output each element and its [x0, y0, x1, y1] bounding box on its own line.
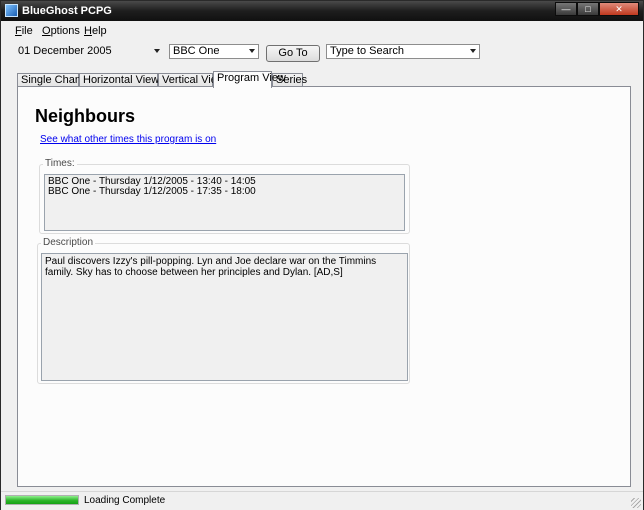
- go-to-button[interactable]: Go To: [266, 45, 320, 62]
- tab-single-channel[interactable]: Single Channel: [17, 73, 96, 87]
- loading-progress-bar: [5, 495, 79, 505]
- chevron-down-icon[interactable]: [249, 49, 255, 53]
- tab-vertical-view[interactable]: Vertical View: [158, 73, 225, 87]
- menu-file-mnemonic: F: [15, 25, 22, 37]
- program-title: Neighbours: [35, 106, 136, 126]
- status-text: Loading Complete: [84, 495, 166, 506]
- description-group: Description Paul discovers Izzy's pill-p…: [37, 237, 410, 384]
- menu-help[interactable]: Help: [84, 25, 107, 37]
- tab-program-view[interactable]: Program View: [213, 71, 286, 88]
- search-combo[interactable]: Type to Search: [326, 44, 480, 59]
- menu-options-label: ptions: [50, 25, 80, 37]
- resize-grip-icon[interactable]: [631, 498, 641, 508]
- menu-bar: File Options Help: [1, 21, 643, 41]
- date-picker[interactable]: 01 December 2005: [15, 45, 163, 60]
- app-icon: [5, 4, 18, 17]
- window-controls: — □ ✕: [555, 2, 639, 16]
- app-window: BlueGhost PCPG — □ ✕ File Options Help 0…: [0, 0, 644, 510]
- maximize-icon[interactable]: □: [577, 2, 599, 16]
- list-item[interactable]: BBC One - Thursday 1/12/2005 - 17:35 - 1…: [48, 187, 401, 197]
- times-list[interactable]: BBC One - Thursday 1/12/2005 - 13:40 - 1…: [44, 174, 405, 231]
- channel-value: BBC One: [173, 45, 220, 57]
- search-placeholder: Type to Search: [330, 45, 404, 57]
- menu-help-mnemonic: H: [84, 25, 92, 37]
- other-times-link[interactable]: See what other times this program is on: [40, 134, 216, 145]
- times-label: Times:: [43, 158, 77, 169]
- menu-file-label: ile: [21, 25, 33, 37]
- menu-help-label: elp: [91, 25, 107, 37]
- title-bar[interactable]: BlueGhost PCPG — □ ✕: [1, 1, 643, 21]
- menu-file[interactable]: File: [15, 25, 33, 37]
- status-bar: Loading Complete: [1, 491, 643, 510]
- times-group: Times: BBC One - Thursday 1/12/2005 - 13…: [39, 158, 410, 234]
- close-icon[interactable]: ✕: [599, 2, 639, 16]
- minimize-icon[interactable]: —: [555, 2, 577, 16]
- channel-select[interactable]: BBC One: [169, 44, 259, 59]
- date-value: 01 December 2005: [18, 45, 112, 57]
- menu-options[interactable]: Options: [42, 25, 80, 37]
- description-text[interactable]: Paul discovers Izzy's pill-popping. Lyn …: [41, 253, 408, 381]
- window-title: BlueGhost PCPG: [22, 5, 112, 17]
- progress-fill: [6, 496, 78, 504]
- toolbar: 01 December 2005 BBC One Go To Type to S…: [1, 41, 643, 67]
- chevron-down-icon[interactable]: [154, 49, 160, 53]
- menu-options-mnemonic: O: [42, 25, 51, 37]
- chevron-down-icon[interactable]: [470, 49, 476, 53]
- description-label: Description: [41, 237, 96, 248]
- program-view-panel: Neighbours See what other times this pro…: [17, 86, 631, 487]
- tab-horizontal-view[interactable]: Horizontal View: [79, 73, 159, 87]
